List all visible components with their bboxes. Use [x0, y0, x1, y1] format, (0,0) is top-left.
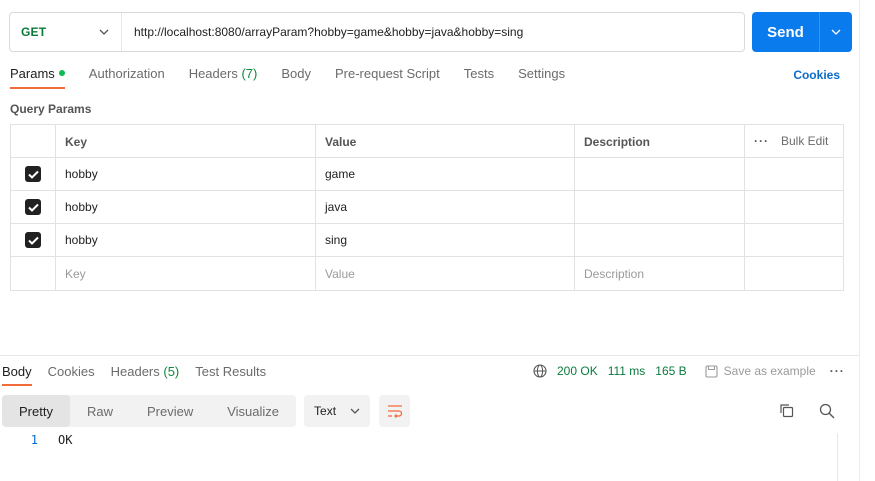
row-checkbox[interactable] — [25, 232, 41, 248]
response-divider[interactable] — [0, 355, 860, 356]
table-row-new: Key Value Description — [11, 257, 843, 290]
bulk-edit-button[interactable]: ··· Bulk Edit — [754, 134, 828, 148]
more-options-icon: ··· — [754, 134, 769, 148]
param-description[interactable] — [575, 191, 745, 223]
send-button[interactable]: Send — [752, 24, 819, 41]
save-as-example-label: Save as example — [723, 364, 816, 378]
status-code[interactable]: 200 OK — [557, 364, 598, 378]
chevron-down-icon — [350, 408, 360, 414]
view-pretty[interactable]: Pretty — [2, 395, 70, 427]
row-extra-cell — [745, 224, 843, 256]
scrollbar[interactable] — [837, 433, 838, 481]
copy-icon[interactable] — [779, 403, 794, 418]
more-options-icon[interactable]: ··· — [830, 364, 845, 378]
tab-body[interactable]: Body — [281, 66, 311, 81]
line-number: 1 — [30, 433, 38, 447]
query-params-title: Query Params — [10, 102, 92, 116]
response-status-bar: 200 OK 111 ms 165 B Save as example ··· — [533, 364, 845, 378]
tab-params[interactable]: Params — [10, 66, 65, 89]
send-options-button[interactable] — [820, 12, 852, 52]
row-extra-cell — [745, 257, 843, 290]
header-description: Description — [575, 125, 745, 157]
param-key[interactable]: hobby — [56, 224, 316, 256]
tab-tests[interactable]: Tests — [464, 66, 494, 81]
tab-params-label: Params — [10, 66, 55, 81]
row-check-cell — [11, 191, 56, 223]
response-headers-count: (5) — [163, 364, 180, 379]
response-time[interactable]: 111 ms — [608, 364, 646, 378]
param-key[interactable]: hobby — [56, 158, 316, 190]
chevron-down-icon — [831, 29, 841, 35]
chevron-down-icon — [99, 29, 109, 35]
tab-test-results[interactable]: Test Results — [195, 364, 266, 379]
row-check-cell — [11, 224, 56, 256]
send-button-group: Send — [752, 12, 852, 52]
wrap-lines-icon — [387, 405, 402, 418]
view-mode-segment: Pretty Raw Preview Visualize — [2, 395, 297, 427]
format-select[interactable]: Text — [304, 395, 371, 427]
row-checkbox[interactable] — [25, 199, 41, 215]
tab-response-cookies[interactable]: Cookies — [48, 364, 95, 379]
header-value: Value — [316, 125, 575, 157]
tab-headers[interactable]: Headers (7) — [189, 66, 258, 81]
view-preview[interactable]: Preview — [130, 395, 210, 427]
tab-prerequest-script[interactable]: Pre-request Script — [335, 66, 440, 81]
search-icon[interactable] — [819, 403, 835, 419]
new-value-input[interactable]: Value — [316, 257, 575, 290]
checkmark-icon — [27, 203, 39, 212]
save-icon — [705, 364, 718, 378]
table-row: hobby java — [11, 191, 843, 224]
table-row: hobby sing — [11, 224, 843, 257]
row-check-cell — [11, 158, 56, 190]
params-table: Key Value Description ··· Bulk Edit hobb… — [10, 124, 844, 291]
header-key: Key — [56, 125, 316, 157]
param-description[interactable] — [575, 158, 745, 190]
tab-authorization[interactable]: Authorization — [89, 66, 165, 81]
header-bulk-cell: ··· Bulk Edit — [745, 125, 843, 157]
method-label: GET — [21, 25, 47, 39]
row-extra-cell — [745, 158, 843, 190]
wrap-lines-button[interactable] — [379, 395, 411, 427]
param-value[interactable]: game — [316, 158, 575, 190]
headers-count: (7) — [241, 66, 258, 81]
params-header-row: Key Value Description ··· Bulk Edit — [11, 125, 843, 158]
row-checkbox[interactable] — [25, 166, 41, 182]
new-key-input[interactable]: Key — [56, 257, 316, 290]
tab-headers-label: Headers — [188, 66, 238, 81]
request-tabs: Params Authorization Headers (7) Body Pr… — [10, 66, 589, 92]
url-input[interactable]: http://localhost:8080/arrayParam?hobby=g… — [122, 25, 523, 39]
tab-response-body[interactable]: Body — [2, 364, 32, 386]
response-body-code: 1 OK — [0, 433, 73, 447]
params-active-dot — [58, 70, 65, 76]
checkmark-icon — [27, 236, 39, 245]
tab-response-headers[interactable]: Headers (5) — [111, 364, 180, 379]
table-row: hobby game — [11, 158, 843, 191]
row-extra-cell — [745, 191, 843, 223]
header-check-cell — [11, 125, 56, 157]
response-toolbar: Pretty Raw Preview Visualize Text — [2, 395, 411, 427]
code-line: OK — [58, 433, 73, 447]
request-bar: GET http://localhost:8080/arrayParam?hob… — [9, 12, 745, 52]
tab-response-headers-label: Headers — [110, 364, 160, 379]
method-select[interactable]: GET — [10, 13, 122, 51]
view-raw[interactable]: Raw — [70, 395, 130, 427]
row-check-cell — [11, 257, 56, 290]
globe-icon[interactable] — [533, 364, 547, 378]
new-description-input[interactable]: Description — [575, 257, 745, 290]
param-value[interactable]: sing — [316, 224, 575, 256]
checkmark-icon — [27, 170, 39, 179]
param-value[interactable]: java — [316, 191, 575, 223]
response-size[interactable]: 165 B — [655, 364, 686, 378]
save-as-example-button[interactable]: Save as example — [705, 364, 816, 378]
format-label: Text — [314, 404, 337, 418]
panel-right-border — [859, 0, 860, 481]
bulk-edit-label: Bulk Edit — [781, 134, 829, 148]
response-tabs: Body Cookies Headers (5) Test Results — [2, 364, 282, 386]
param-key[interactable]: hobby — [56, 191, 316, 223]
tab-settings[interactable]: Settings — [518, 66, 565, 81]
view-visualize[interactable]: Visualize — [210, 395, 296, 427]
param-description[interactable] — [575, 224, 745, 256]
cookies-link[interactable]: Cookies — [793, 68, 840, 82]
